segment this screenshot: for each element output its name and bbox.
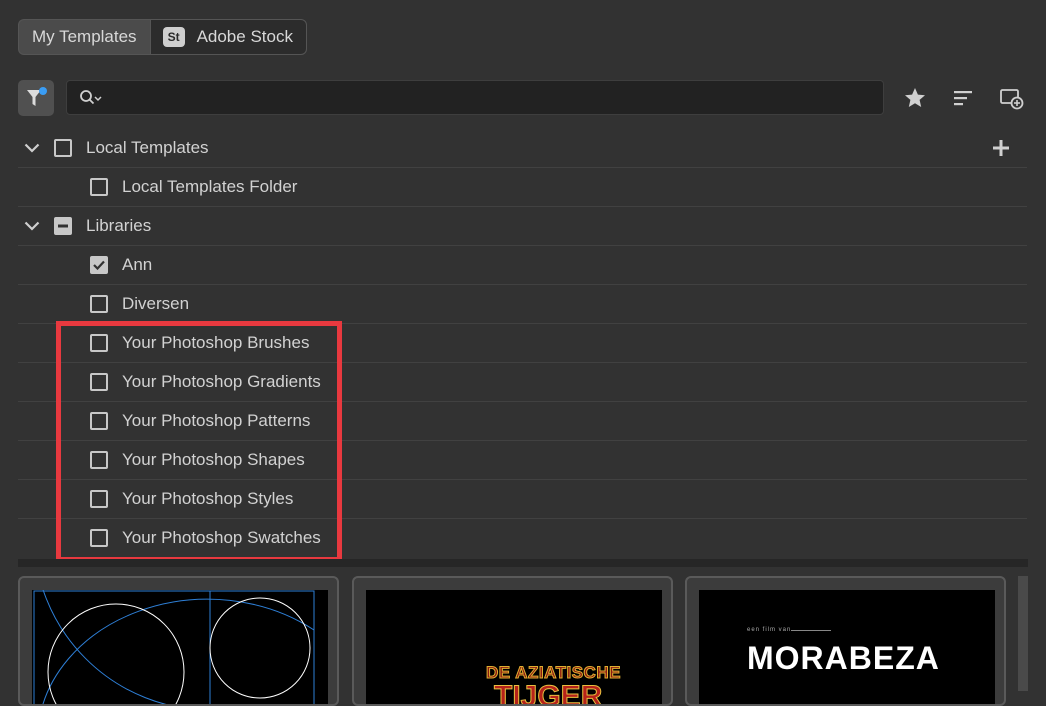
checkbox-library-item[interactable] (90, 451, 108, 469)
favorites-button[interactable] (901, 84, 929, 112)
tree-row-local-templates[interactable]: Local Templates (18, 129, 1027, 168)
chevron-down-icon[interactable] (24, 143, 44, 153)
checkbox-library-item[interactable] (90, 334, 108, 352)
template-source-tabs: My Templates St Adobe Stock (18, 19, 307, 55)
search-icon (80, 89, 102, 104)
tree-label-libraries: Libraries (86, 216, 152, 235)
tab-my-templates[interactable]: My Templates (18, 19, 150, 55)
tree-row-local-templates-folder[interactable]: Local Templates Folder (18, 168, 1027, 207)
checkbox-libraries[interactable] (54, 217, 72, 235)
template-card[interactable]: een film van MORABEZA (685, 576, 1006, 706)
checkbox-library-item[interactable] (90, 295, 108, 313)
tab-my-templates-label: My Templates (32, 27, 137, 46)
search-box[interactable] (66, 80, 884, 115)
tree-label-library-item: Your Photoshop Styles (122, 489, 294, 508)
sort-button[interactable] (949, 84, 977, 112)
search-input[interactable] (111, 88, 883, 107)
tree-row-library-item[interactable]: Your Photoshop Shapes (18, 441, 1027, 480)
checkbox-library-item[interactable] (90, 412, 108, 430)
tab-adobe-stock-label: Adobe Stock (196, 27, 293, 46)
card-caption: MORABEZA (747, 640, 940, 676)
tree-row-library-item[interactable]: Ann (18, 246, 1027, 285)
tree-row-libraries[interactable]: Libraries (18, 207, 1027, 246)
tree-row-library-item[interactable]: Your Photoshop Styles (18, 480, 1027, 519)
panel-divider[interactable] (18, 559, 1028, 567)
checkbox-library-item[interactable] (90, 373, 108, 391)
tree-row-library-item[interactable]: Your Photoshop Gradients (18, 363, 1027, 402)
tree-row-library-item[interactable]: Your Photoshop Brushes (18, 324, 1027, 363)
tree-row-library-item[interactable]: Your Photoshop Patterns (18, 402, 1027, 441)
tree-label-local-templates-folder: Local Templates Folder (122, 177, 298, 196)
template-card[interactable]: DE AZIATISCHE TIJGER (352, 576, 673, 706)
filter-button[interactable] (18, 80, 54, 116)
checkbox-library-item[interactable] (90, 490, 108, 508)
card-caption-small: een film van (747, 627, 792, 633)
add-icon[interactable] (991, 138, 1011, 158)
tree-label-library-item: Ann (122, 255, 153, 274)
sort-lines-icon (954, 91, 972, 106)
tree-label-library-item: Your Photoshop Swatches (122, 528, 321, 547)
template-thumbnail: DE AZIATISCHE TIJGER (366, 590, 662, 706)
card-caption: TIJGER (493, 680, 603, 706)
decorative-line (791, 630, 831, 631)
tree-row-library-item[interactable]: Your Photoshop Swatches (18, 519, 1027, 557)
scrollbar[interactable] (1018, 576, 1028, 691)
tree-label-library-item: Diversen (122, 294, 190, 313)
checkbox-local-templates-folder[interactable] (90, 178, 108, 196)
tree-label-library-item: Your Photoshop Patterns (122, 411, 311, 430)
template-card[interactable] (18, 576, 339, 706)
template-thumbnail: een film van MORABEZA (699, 590, 995, 704)
tree-row-library-item[interactable]: Diversen (18, 285, 1027, 324)
chevron-down-icon[interactable] (24, 221, 44, 231)
tab-adobe-stock[interactable]: St Adobe Stock (149, 19, 307, 55)
checkbox-library-item[interactable] (90, 256, 108, 274)
tree-label-local-templates: Local Templates (86, 138, 209, 157)
adobe-stock-icon: St (162, 27, 185, 47)
tree-label-library-item: Your Photoshop Shapes (122, 450, 305, 469)
star-icon (905, 88, 925, 107)
tree-label-library-item: Your Photoshop Gradients (122, 372, 321, 391)
checkbox-library-item[interactable] (90, 529, 108, 547)
template-thumbnail (32, 590, 328, 704)
new-window-button[interactable] (997, 84, 1025, 112)
filter-icon (27, 87, 47, 106)
checkbox-local-templates[interactable] (54, 139, 72, 157)
tree-label-library-item: Your Photoshop Brushes (122, 333, 310, 352)
golden-ratio-artwork (32, 590, 328, 704)
new-window-icon (1000, 89, 1024, 110)
template-tree: Local Templates Local Templates Folder L… (18, 129, 1027, 557)
